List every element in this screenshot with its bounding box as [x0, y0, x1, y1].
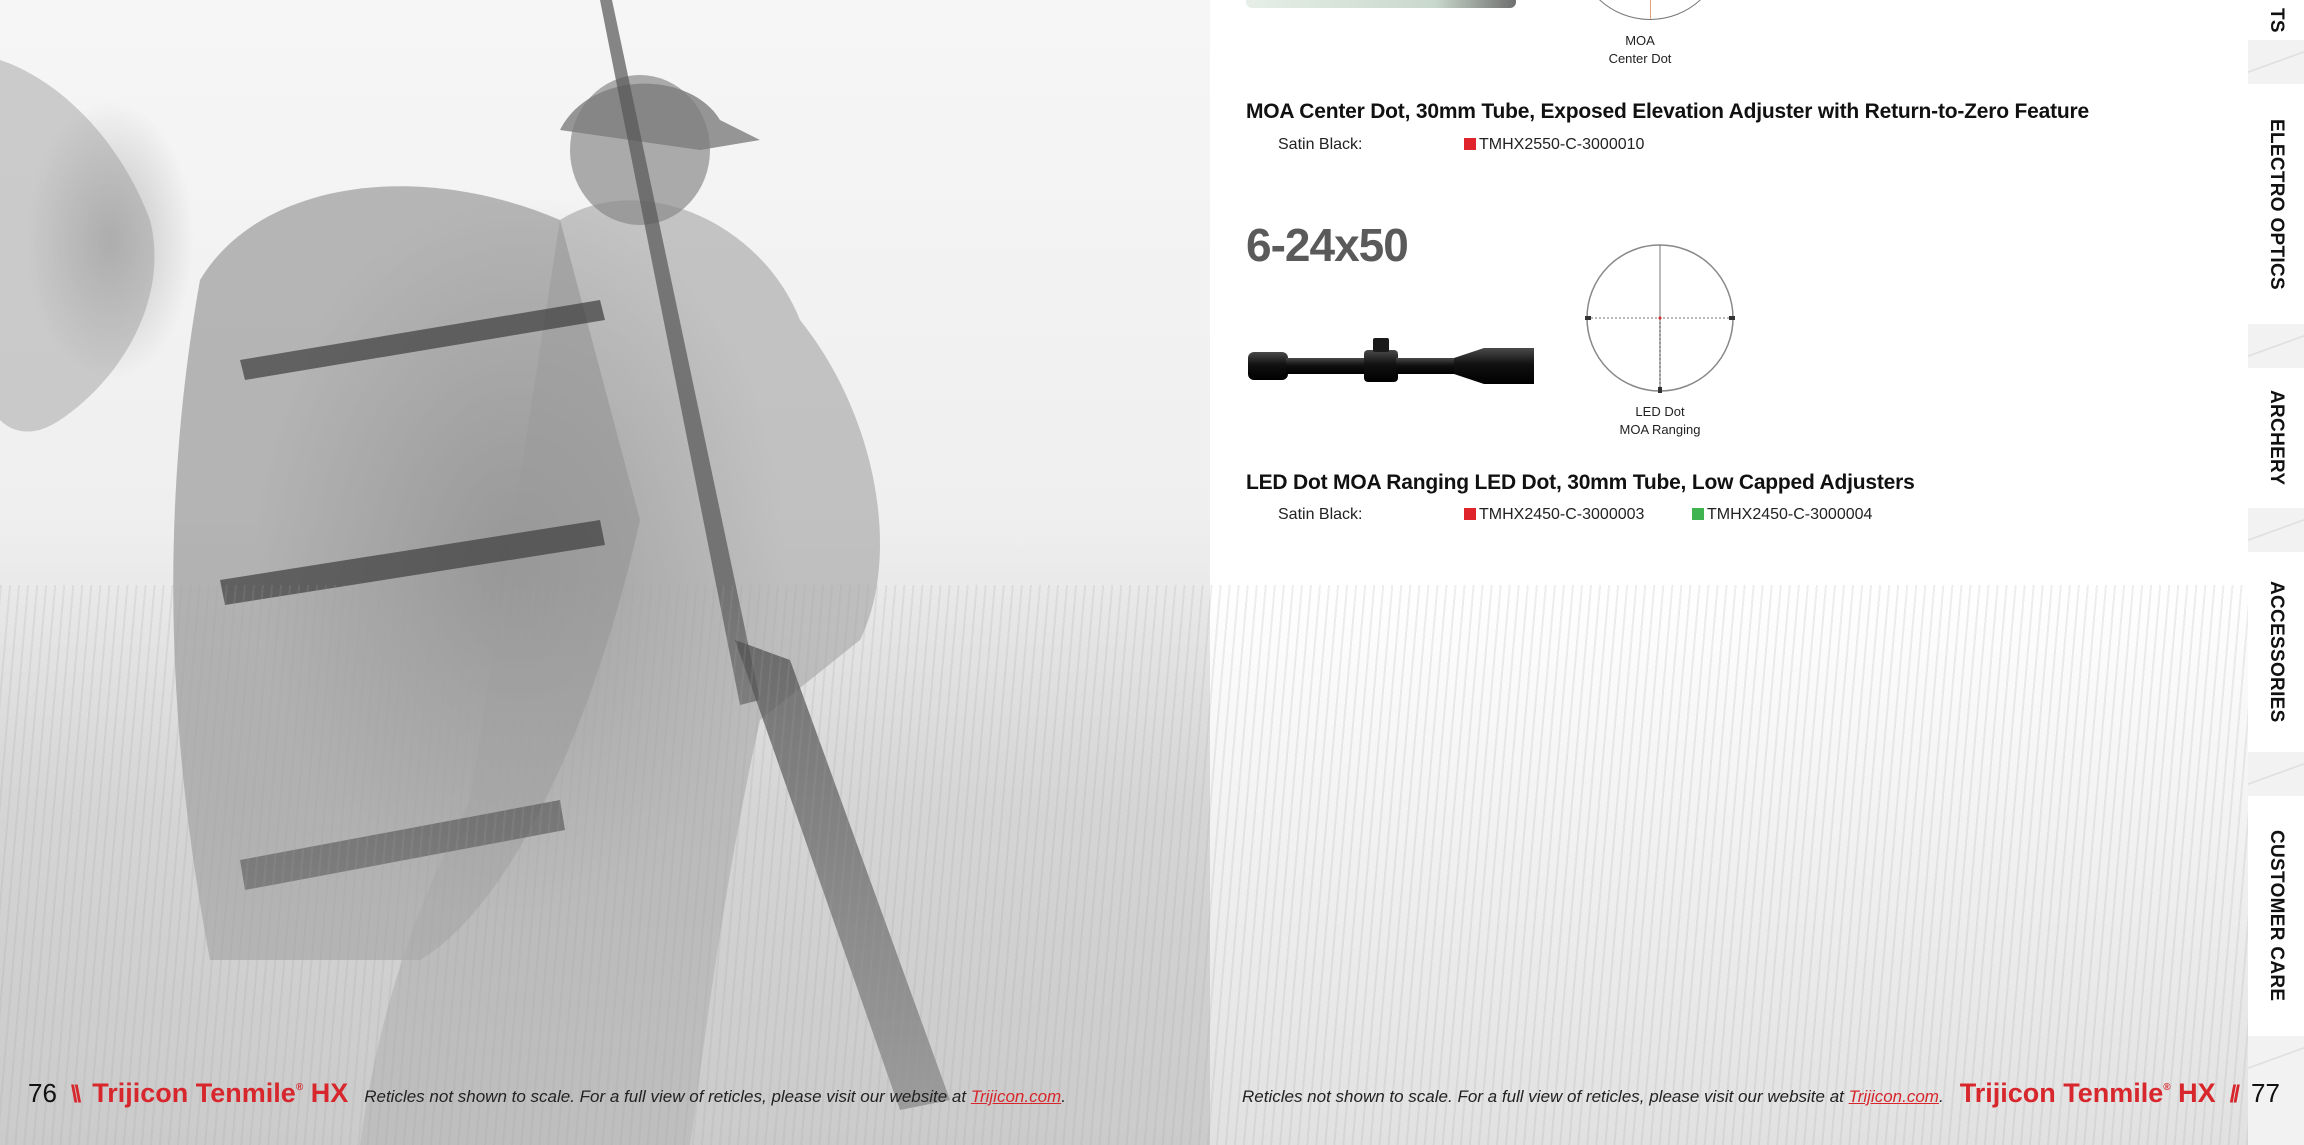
brand-suffix: HX [2178, 1078, 2216, 1108]
tab-archery[interactable]: ARCHERY [2248, 368, 2304, 508]
disclaimer-text: Reticles not shown to scale. For a full … [364, 1087, 971, 1106]
page-number: 77 [2251, 1078, 2280, 1108]
tab-label: TS [2266, 7, 2287, 33]
finish-row: Satin Black: TMHX2450-C-3000003 TMHX2450… [1278, 506, 1978, 526]
rifle-scope-image [1246, 0, 1516, 8]
reticle-caption: LED Dot MOA Ranging [1610, 403, 1710, 439]
page-number: 76 [28, 1078, 57, 1108]
disclaimer-end: . [1938, 1087, 1944, 1106]
finish-label: Satin Black: [1278, 506, 1363, 523]
tab-divider [2248, 40, 2304, 84]
rifle-scope-image [1248, 338, 1534, 384]
brand-text: Trijicon Tenmile [1959, 1078, 2164, 1108]
brand-name: Trijicon Tenmile® HX [92, 1078, 348, 1109]
sku-code: TMHX2550-C-3000010 [1464, 136, 1644, 154]
footer-separator: \\ [70, 1081, 81, 1108]
sku-code-text: TMHX2450-C-3000004 [1707, 506, 1873, 523]
disclaimer: Reticles not shown to scale. For a full … [364, 1087, 1066, 1107]
sku-code-text: TMHX2450-C-3000003 [1479, 506, 1645, 523]
reticle-caption: MOA Center Dot [1600, 32, 1680, 68]
product-title: LED Dot MOA Ranging LED Dot, 30mm Tube, … [1246, 471, 1915, 494]
reticle-caption-line: MOA Ranging [1619, 422, 1701, 437]
tab-divider [2248, 508, 2304, 552]
tab-electro-optics[interactable]: ELECTRO OPTICS [2248, 84, 2304, 324]
hunter-photo [0, 0, 1210, 1145]
finish-row: Satin Black: TMHX2550-C-3000010 [1278, 136, 1978, 156]
sku-code: TMHX2450-C-3000004 [1692, 506, 1872, 524]
tab-divider [2248, 1036, 2304, 1080]
brand-name: Trijicon Tenmile® HX [1960, 1078, 2216, 1109]
footer-separator: // [2229, 1081, 2240, 1108]
tab-accessories[interactable]: ACCESSORIES [2248, 552, 2304, 752]
reticle-caption-line: MOA [1625, 33, 1655, 48]
brand-suffix: HX [310, 1078, 349, 1108]
disclaimer-text: Reticles not shown to scale. For a full … [1242, 1087, 1849, 1106]
brand-text: Trijicon Tenmile [92, 1078, 296, 1108]
sku-code-text: TMHX2550-C-3000010 [1479, 136, 1645, 153]
tab-label: ARCHERY [2266, 390, 2287, 486]
reticle-caption-line: LED Dot [1635, 404, 1685, 419]
reticle-led-dot-moa-ranging [1585, 244, 1735, 393]
tab-divider [2248, 324, 2304, 368]
registered-mark: ® [295, 1082, 304, 1093]
website-link[interactable]: Trijicon.com [1849, 1087, 1939, 1106]
sku-code: TMHX2450-C-3000003 [1464, 506, 1644, 524]
disclaimer-end: . [1061, 1087, 1066, 1106]
hunter-silhouette [0, 0, 950, 1145]
tab-label: ACCESSORIES [2266, 581, 2287, 723]
registered-mark: ® [2163, 1082, 2171, 1093]
tab-divider [2248, 752, 2304, 796]
color-swatch-red [1464, 138, 1476, 150]
left-page-footer: 76 \\ Trijicon Tenmile® HX Reticles not … [28, 1078, 1066, 1114]
disclaimer: Reticles not shown to scale. For a full … [1242, 1087, 1944, 1107]
color-swatch-green [1692, 508, 1704, 520]
reticle-caption-line: Center Dot [1608, 51, 1672, 66]
color-swatch-red [1464, 508, 1476, 520]
model-size-heading: 6-24x50 [1246, 219, 1409, 271]
right-page-footer: Reticles not shown to scale. For a full … [1242, 1078, 2280, 1114]
finish-label: Satin Black: [1278, 136, 1363, 153]
tab-label: CUSTOMER CARE [2266, 830, 2287, 1002]
product-title: MOA Center Dot, 30mm Tube, Exposed Eleva… [1246, 100, 2089, 123]
reticle-moa-center-dot [1575, 0, 1725, 20]
tab-fragment[interactable]: TS [2248, 0, 2304, 40]
section-tab-strip: TS ELECTRO OPTICS ARCHERY ACCESSORIES CU… [2248, 0, 2304, 1145]
website-link[interactable]: Trijicon.com [971, 1087, 1061, 1106]
tab-label: ELECTRO OPTICS [2266, 118, 2287, 290]
tab-customer-care[interactable]: CUSTOMER CARE [2248, 796, 2304, 1036]
